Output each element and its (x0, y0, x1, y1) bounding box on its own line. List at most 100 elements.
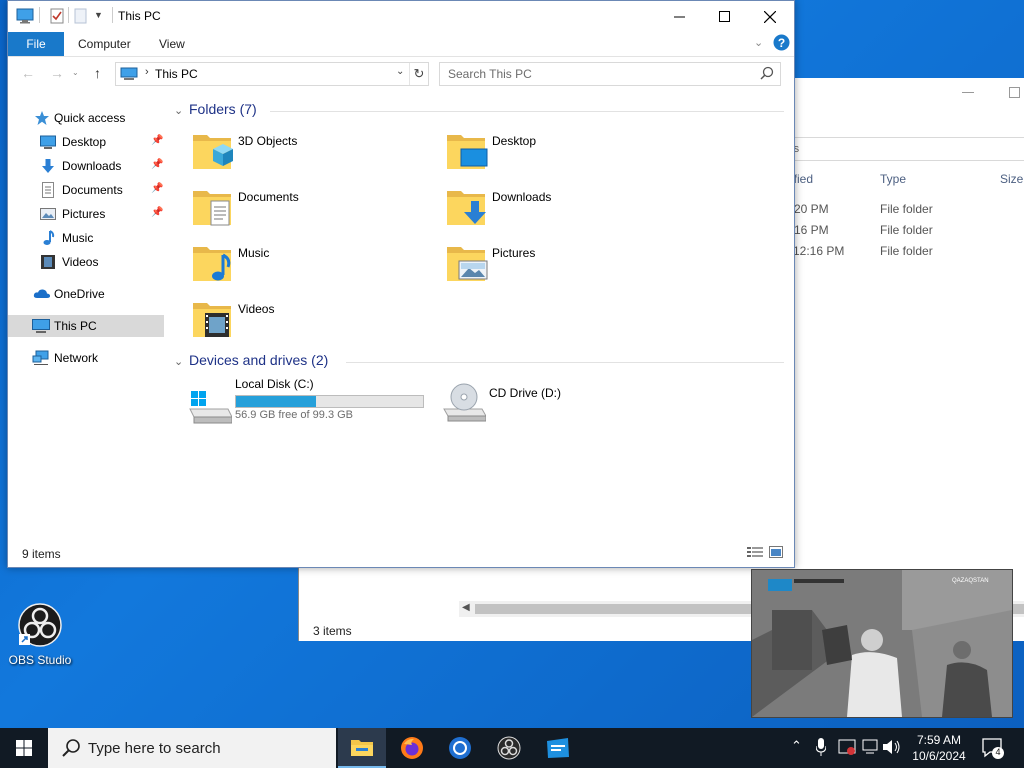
collapse-chevron-icon[interactable]: ⌄ (174, 355, 186, 368)
drive-label: Local Disk (C:) (235, 377, 314, 391)
desktop-folder-icon (445, 129, 489, 173)
sidebar-item-desktop[interactable]: Desktop 📌 (8, 131, 164, 153)
background-address-fragment[interactable]: rs (779, 137, 1024, 161)
group-divider (346, 362, 784, 363)
volume-icon[interactable] (882, 738, 902, 759)
folder-label: Videos (238, 302, 275, 316)
clock-time: 7:59 AM (916, 733, 962, 747)
details-view-icon[interactable] (747, 546, 763, 558)
folder-documents[interactable]: Documents (191, 185, 431, 235)
tab-view[interactable]: View (159, 37, 185, 51)
sidebar-item-quick-access[interactable]: Quick access (8, 107, 164, 129)
taskbar-file-explorer[interactable] (338, 728, 386, 768)
sidebar-item-label: Music (62, 231, 94, 245)
taskbar-firefox[interactable] (388, 728, 436, 768)
drives-header-label: Devices and drives (2) (189, 352, 329, 368)
channel-logo: QAZAQSTAN (952, 578, 989, 584)
tab-file[interactable]: File (8, 32, 64, 56)
folder-3d-objects[interactable]: 3D Objects (191, 129, 431, 179)
folder-pictures[interactable]: Pictures (445, 241, 685, 291)
search-icon (61, 738, 81, 761)
breadcrumb[interactable]: This PC (155, 67, 198, 81)
cloud-icon (33, 286, 51, 302)
video-frame-image (752, 570, 1012, 717)
drives-group-header[interactable]: ⌄ Devices and drives (2) (174, 352, 328, 368)
scroll-left-icon[interactable]: ◀ (462, 602, 470, 613)
sidebar-item-label: Videos (62, 255, 99, 269)
collapse-chevron-icon[interactable]: ⌄ (174, 104, 186, 117)
background-col-type[interactable]: Type (880, 172, 906, 186)
folders-group-header[interactable]: ⌄ Folders (7) (174, 101, 257, 117)
background-maximize-button[interactable] (1009, 87, 1020, 98)
folder-downloads[interactable]: Downloads (445, 185, 685, 235)
folder-videos[interactable]: Videos (191, 297, 431, 347)
cd-drive-icon (442, 379, 487, 423)
start-button[interactable] (0, 728, 48, 768)
taskbar-obs-studio[interactable] (485, 728, 533, 768)
explorer-window[interactable]: ▼ This PC File Computer View ⌄ ? ← → ⌄ ↑… (7, 0, 795, 568)
desktop-icon (40, 134, 56, 150)
tab-computer[interactable]: Computer (78, 37, 131, 51)
folder-music[interactable]: Music (191, 241, 431, 291)
security-icon[interactable] (838, 738, 856, 759)
status-bar: 9 items (22, 547, 61, 561)
new-folder-icon[interactable] (74, 8, 88, 27)
background-row-modified: 16 PM (794, 223, 829, 237)
back-arrow-icon[interactable]: ← (21, 65, 35, 81)
background-minimize-button[interactable] (962, 92, 974, 93)
system-clock[interactable]: 7:59 AM 10/6/2024 (904, 732, 974, 764)
title-bar[interactable]: ▼ This PC (8, 1, 794, 32)
drive-c[interactable]: Local Disk (C:) 56.9 GB free of 99.3 GB (188, 377, 428, 429)
downloads-folder-icon (445, 185, 489, 229)
network-tray-icon[interactable] (862, 738, 880, 759)
pin-icon: 📌 (151, 183, 164, 194)
drive-d[interactable]: CD Drive (D:) (442, 379, 682, 429)
background-col-size[interactable]: Size (1000, 172, 1023, 186)
up-arrow-icon[interactable]: ↑ (94, 65, 101, 81)
folder-label: 3D Objects (238, 134, 298, 148)
background-status-bar: 3 items (313, 624, 352, 638)
computer-icon (32, 318, 50, 334)
address-dropdown-icon[interactable]: ⌄ (396, 66, 404, 77)
sidebar-item-onedrive[interactable]: OneDrive (8, 283, 164, 305)
sidebar-item-music[interactable]: Music (8, 227, 164, 249)
taskbar-search-box[interactable]: Type here to search (48, 728, 336, 768)
folder-desktop[interactable]: Desktop (445, 129, 685, 179)
show-hidden-icons-icon[interactable]: ⌃ (791, 738, 802, 754)
windows-logo-icon (16, 740, 32, 756)
3d-objects-folder-icon (191, 129, 235, 173)
desktop-icon-label: OBS Studio (8, 653, 72, 667)
customize-qat-icon[interactable]: ▼ (94, 10, 103, 20)
sidebar-item-this-pc[interactable]: This PC (8, 315, 164, 337)
address-bar[interactable]: › This PC ⌄ ↻ (115, 62, 429, 86)
search-input[interactable]: Search This PC (439, 62, 781, 86)
minimize-button[interactable] (656, 1, 702, 32)
refresh-icon[interactable]: ↻ (409, 63, 428, 85)
folder-label: Music (238, 246, 270, 260)
pin-icon: 📌 (151, 159, 164, 170)
disk-usage-fill (236, 396, 316, 407)
sidebar-item-label: Network (54, 351, 99, 365)
folders-header-label: Folders (7) (189, 101, 257, 117)
taskbar-chrome[interactable] (436, 728, 484, 768)
expand-ribbon-icon[interactable]: ⌄ (754, 36, 763, 49)
large-icons-view-icon[interactable] (769, 546, 785, 558)
breadcrumb-chevron-icon[interactable]: › (145, 66, 149, 78)
video-preview-thumbnail[interactable]: QAZAQSTAN (751, 569, 1013, 718)
recent-locations-icon[interactable]: ⌄ (72, 68, 79, 77)
action-center-button[interactable]: 4 (982, 737, 1004, 762)
close-button[interactable] (747, 1, 793, 32)
properties-icon[interactable] (50, 8, 64, 27)
sidebar-item-videos[interactable]: Videos (8, 251, 164, 273)
sidebar-item-downloads[interactable]: Downloads 📌 (8, 155, 164, 177)
sidebar-item-pictures[interactable]: Pictures 📌 (8, 203, 164, 225)
microphone-icon[interactable] (815, 738, 827, 759)
forward-arrow-icon[interactable]: → (50, 65, 64, 81)
taskbar-app-blue[interactable] (534, 728, 582, 768)
sidebar-item-network[interactable]: Network (8, 347, 164, 369)
help-icon[interactable]: ? (773, 34, 790, 54)
maximize-button[interactable] (701, 1, 747, 32)
desktop-icon-obs-studio[interactable]: OBS Studio (8, 602, 72, 667)
sidebar-item-documents[interactable]: Documents 📌 (8, 179, 164, 201)
music-icon (40, 230, 56, 246)
